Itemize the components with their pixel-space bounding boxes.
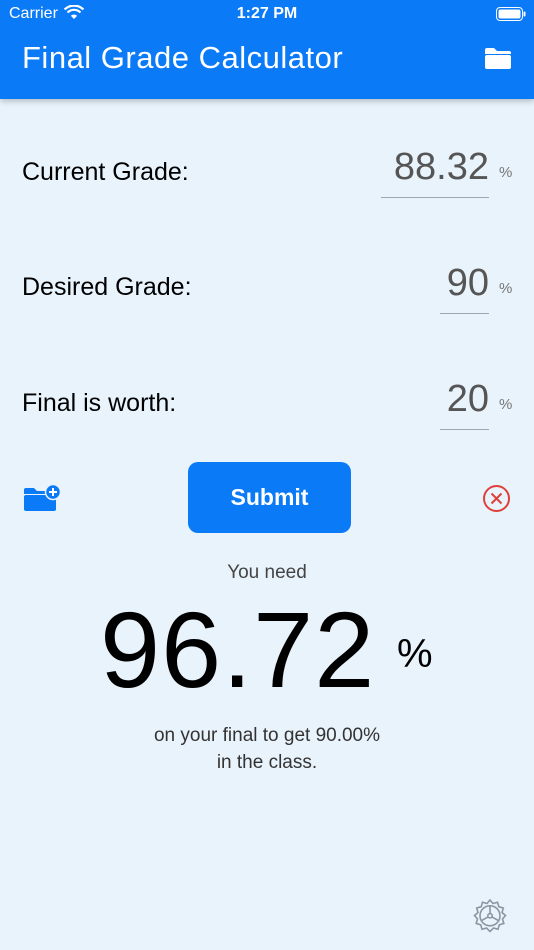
current-grade-unit: % [499,164,513,181]
final-worth-input[interactable]: 20 [440,378,489,430]
folder-add-icon[interactable] [24,484,62,512]
clear-circle-icon[interactable] [482,484,511,513]
app-title: Final Grade Calculator [22,40,344,75]
status-time: 1:27 PM [236,5,298,22]
folder-icon[interactable] [484,46,512,70]
app-header: Carrier 1:27 PM Final Grade Calculator [0,0,534,99]
final-worth-unit: % [499,396,513,413]
result-line-1: on your final to get 90.00% [153,725,381,746]
result-prefix: You need [227,562,307,583]
desired-grade-input[interactable]: 90 [440,262,489,314]
battery-icon [496,7,526,21]
status-bar: Carrier 1:27 PM [0,0,534,28]
settings-gear-icon[interactable] [470,897,510,937]
desired-grade-label: Desired Grade: [22,273,192,301]
desired-grade-unit: % [499,280,513,297]
result-unit: % [397,632,433,676]
result-value: 96.72 [100,589,376,710]
current-grade-label: Current Grade: [22,158,189,186]
result-line-2: in the class. [216,752,318,773]
result-explanation: on your final to get 90.00% in the class… [0,722,534,776]
final-worth-label: Final is worth: [22,389,177,417]
submit-button[interactable]: Submit [188,462,351,533]
current-grade-input[interactable]: 88.32 [381,146,489,198]
